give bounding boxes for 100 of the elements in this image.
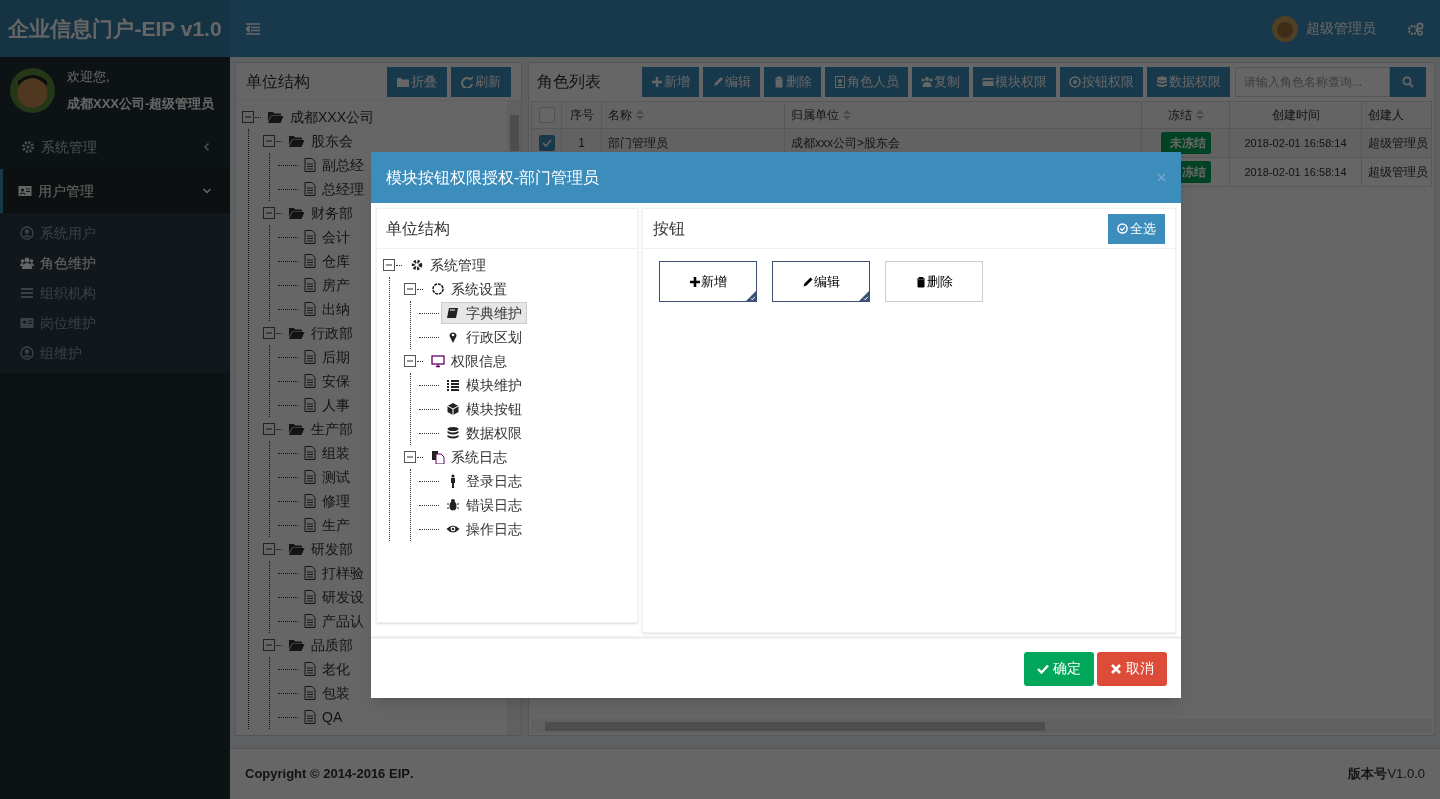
tree-node[interactable]: 数据权限	[441, 422, 527, 444]
dialog-button[interactable]: 取消	[1097, 651, 1167, 686]
tree-node[interactable]: 房产	[300, 274, 354, 296]
toolbar-button[interactable]: 模块权限	[973, 67, 1056, 97]
tree-node[interactable]: 研发部	[285, 538, 357, 560]
document-icon	[304, 158, 316, 172]
tree-node[interactable]: 出纳	[300, 298, 354, 320]
circle-outline-icon	[431, 282, 445, 296]
toolbar-button[interactable]: 角色人员	[825, 67, 908, 97]
toolbar-button[interactable]: 刷新	[451, 66, 511, 97]
tree-node[interactable]: 行政区划	[441, 326, 527, 348]
checkbox[interactable]	[538, 135, 555, 151]
folder-open-icon	[289, 423, 305, 435]
refresh-icon	[461, 75, 473, 88]
toolbar-button[interactable]: 复制	[912, 67, 969, 97]
tree-node[interactable]: 打样验	[300, 562, 368, 584]
tree-node[interactable]: 错误日志	[441, 494, 527, 516]
select-all-button[interactable]: 全选	[1108, 213, 1165, 244]
search-icon	[1402, 76, 1414, 88]
tree-node[interactable]: 产品认	[300, 610, 368, 632]
user-name[interactable]: 超级管理员	[1306, 18, 1376, 39]
tree-node[interactable]: 模块按钮	[441, 398, 527, 420]
tree-node[interactable]: 成都XXX公司	[264, 106, 378, 128]
check-circle-icon	[1117, 223, 1128, 234]
id-card-icon	[20, 316, 34, 330]
gear-icon	[21, 140, 35, 154]
toolbar-button[interactable]: 按钮权限	[1060, 67, 1143, 97]
toolbar-button[interactable]: 新增	[642, 67, 699, 97]
folder-open-icon	[289, 543, 305, 555]
horizontal-scrollbar[interactable]	[531, 719, 1432, 733]
tree-node[interactable]: 模块维护	[441, 374, 527, 396]
tree-node[interactable]: 后期	[300, 346, 354, 368]
permission-toggle[interactable]: 编辑	[772, 261, 870, 302]
tree-node[interactable]: 测试	[300, 466, 354, 488]
tree-node[interactable]: 品质部	[285, 634, 357, 656]
tree-node[interactable]: 行政部	[285, 322, 357, 344]
avatar-icon	[10, 67, 55, 113]
tree-node[interactable]: 会计	[300, 226, 354, 248]
column-header[interactable]: 冻结	[1167, 106, 1192, 124]
tree-node[interactable]: 安保	[300, 370, 354, 392]
tree-node[interactable]: 副总经	[300, 154, 368, 176]
database-icon	[446, 426, 460, 440]
list-icon	[446, 378, 460, 392]
menu-toggle-icon[interactable]	[246, 22, 260, 35]
trash-icon	[915, 275, 927, 288]
toolbar-button[interactable]: 删除	[764, 67, 821, 97]
tree-node[interactable]: 系统设置	[426, 278, 512, 300]
permission-toggle[interactable]: 删除	[885, 261, 983, 302]
collapse-toggle-icon[interactable]	[263, 543, 275, 555]
tree-node[interactable]: QA	[300, 706, 347, 728]
app-title: 企业信息门户-EIP v1.0	[8, 15, 222, 42]
panel-title: 按钮	[653, 218, 685, 239]
tree-node[interactable]: 人事	[300, 394, 354, 416]
cube-icon	[446, 402, 460, 416]
settings-icon[interactable]	[1408, 21, 1424, 36]
collapse-toggle-icon[interactable]	[263, 135, 275, 147]
tree-node[interactable]: 修理	[300, 490, 354, 512]
welcome-text: 欢迎您,	[67, 67, 111, 86]
column-header[interactable]: 名称	[608, 106, 632, 124]
tree-node[interactable]: 权限信息	[426, 350, 512, 372]
toolbar-button[interactable]: 数据权限	[1147, 67, 1230, 97]
tree-node[interactable]: 总经理	[300, 178, 368, 200]
tree-node[interactable]: 系统管理	[405, 254, 491, 276]
database-icon	[1156, 76, 1168, 88]
column-header[interactable]: 归属单位	[791, 106, 839, 124]
collapse-toggle-icon[interactable]	[263, 207, 275, 219]
collapse-toggle-icon[interactable]	[242, 111, 254, 123]
table-cell: 超级管理员	[1368, 136, 1428, 150]
dialog-button[interactable]: 确定	[1024, 651, 1094, 686]
submenu-item[interactable]: 角色维护	[0, 248, 230, 278]
tree-node[interactable]: 包装	[300, 682, 354, 704]
tree-node[interactable]: 财务部	[285, 202, 357, 224]
tree-node[interactable]: 字典维护	[441, 302, 527, 324]
permission-toggle[interactable]: 新增	[659, 261, 757, 302]
tree-node[interactable]: 股东会	[285, 130, 357, 152]
tree-node[interactable]: 登录日志	[441, 470, 527, 492]
collapse-toggle-icon[interactable]	[404, 355, 416, 367]
collapse-toggle-icon[interactable]	[404, 451, 416, 463]
search-button[interactable]	[1390, 67, 1426, 97]
collapse-toggle-icon[interactable]	[263, 423, 275, 435]
table-cell: 部门管理员	[608, 136, 668, 150]
collapse-toggle-icon[interactable]	[263, 327, 275, 339]
folder-open-icon	[289, 207, 305, 219]
monitor-icon	[431, 354, 445, 368]
tree-node[interactable]: 组装	[300, 442, 354, 464]
tree-node[interactable]: 生产部	[285, 418, 357, 440]
collapse-toggle-icon[interactable]	[263, 639, 275, 651]
plus-icon	[651, 76, 663, 88]
tree-node[interactable]: 研发设	[300, 586, 368, 608]
folder-open-icon	[289, 639, 305, 651]
tree-node[interactable]: 仓库	[300, 250, 354, 272]
tree-node[interactable]: 生产	[300, 514, 354, 536]
toolbar-button[interactable]: 编辑	[703, 67, 760, 97]
tree-node[interactable]: 系统日志	[426, 446, 512, 468]
tree-node[interactable]: 操作日志	[441, 518, 527, 540]
toolbar-button[interactable]: 折叠	[387, 66, 447, 97]
check-corner-icon	[859, 291, 869, 301]
collapse-toggle-icon[interactable]	[404, 283, 416, 295]
tree-node[interactable]: 老化	[300, 658, 354, 680]
collapse-toggle-icon[interactable]	[383, 259, 395, 271]
